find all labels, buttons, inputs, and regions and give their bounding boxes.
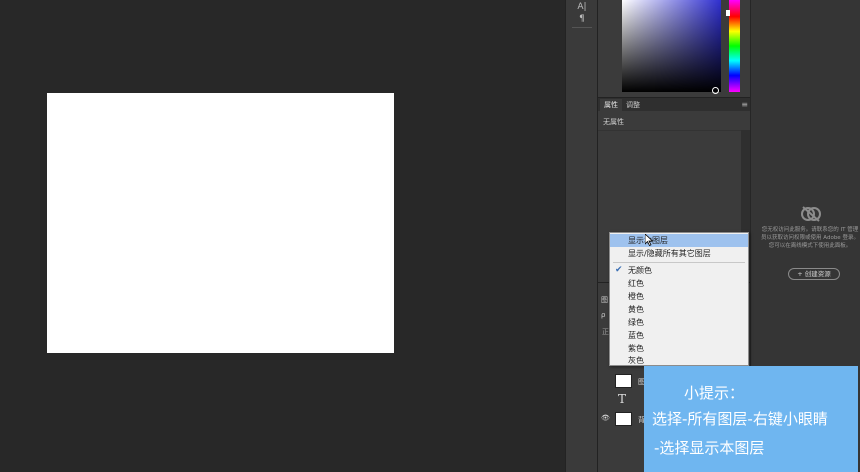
tip-line-1: 选择-所有图层-右键小眼睛 xyxy=(652,410,828,428)
creative-cloud-offline-icon xyxy=(801,206,821,222)
strip-divider xyxy=(572,27,592,28)
menu-item-toggle-other-layers[interactable]: 显示/隐藏所有其它图层 xyxy=(610,247,748,260)
create-library-button[interactable]: + 创建资源 xyxy=(788,268,840,280)
tip-overlay: 小提示： 选择-所有图层-右键小眼睛 -选择显示本图层 xyxy=(644,366,858,472)
libraries-message: 您无权访问此服务。请联系您的 IT 管理员以获取访问权限或使用 Adobe 登录… xyxy=(761,227,859,249)
menu-item-red[interactable]: 红色 xyxy=(610,277,748,290)
hue-slider-handle-icon[interactable] xyxy=(726,10,730,16)
menu-item-orange[interactable]: 橙色 xyxy=(610,290,748,303)
menu-item-blue[interactable]: 蓝色 xyxy=(610,329,748,342)
color-picker-cursor-icon[interactable] xyxy=(712,87,719,94)
properties-tab-bar: 属性 调整 ≡ xyxy=(598,97,751,111)
layer-thumbnail xyxy=(615,412,632,426)
menu-divider xyxy=(613,262,745,263)
eye-icon[interactable]: 👁 xyxy=(601,414,610,422)
menu-item-label: 无颜色 xyxy=(628,266,652,275)
mouse-pointer-icon xyxy=(645,234,653,246)
layer-visibility-icon[interactable] xyxy=(601,395,609,403)
tip-line-2: -选择显示本图层 xyxy=(654,439,765,457)
menu-item-yellow[interactable]: 黄色 xyxy=(610,303,748,316)
tab-properties[interactable]: 属性 xyxy=(600,99,622,111)
color-picker-field[interactable] xyxy=(622,0,721,94)
panel-icon-strip: A| ¶ xyxy=(565,0,597,472)
layer-filter-search-icon[interactable]: ρ xyxy=(601,311,605,319)
menu-item-show-this-layer[interactable]: 显示本图层 xyxy=(610,234,748,247)
tab-adjustments[interactable]: 调整 xyxy=(622,99,644,111)
panel-menu-icon[interactable]: ≡ xyxy=(741,99,748,111)
menu-item-green[interactable]: 绿色 xyxy=(610,316,748,329)
checkmark-icon: ✔ xyxy=(615,265,623,275)
paragraph-panel-icon[interactable]: ¶ xyxy=(574,12,590,26)
tip-title: 小提示： xyxy=(684,384,745,402)
hue-slider[interactable] xyxy=(726,0,740,92)
layer-visibility-context-menu: 显示本图层 显示/隐藏所有其它图层 ✔ 无颜色 红色 橙色 黄色 绿色 蓝色 紫… xyxy=(609,232,749,366)
layer-thumbnail xyxy=(615,374,632,388)
text-layer-icon: T xyxy=(618,392,627,406)
properties-empty-label: 无属性 xyxy=(603,118,624,126)
tab-layers[interactable]: 图 xyxy=(601,295,608,305)
document-workspace xyxy=(0,0,565,472)
blend-mode-select[interactable]: 正 xyxy=(602,327,609,337)
menu-item-no-color[interactable]: ✔ 无颜色 xyxy=(610,264,748,277)
layer-visibility-icon[interactable] xyxy=(601,376,609,384)
document-canvas[interactable] xyxy=(47,93,394,353)
